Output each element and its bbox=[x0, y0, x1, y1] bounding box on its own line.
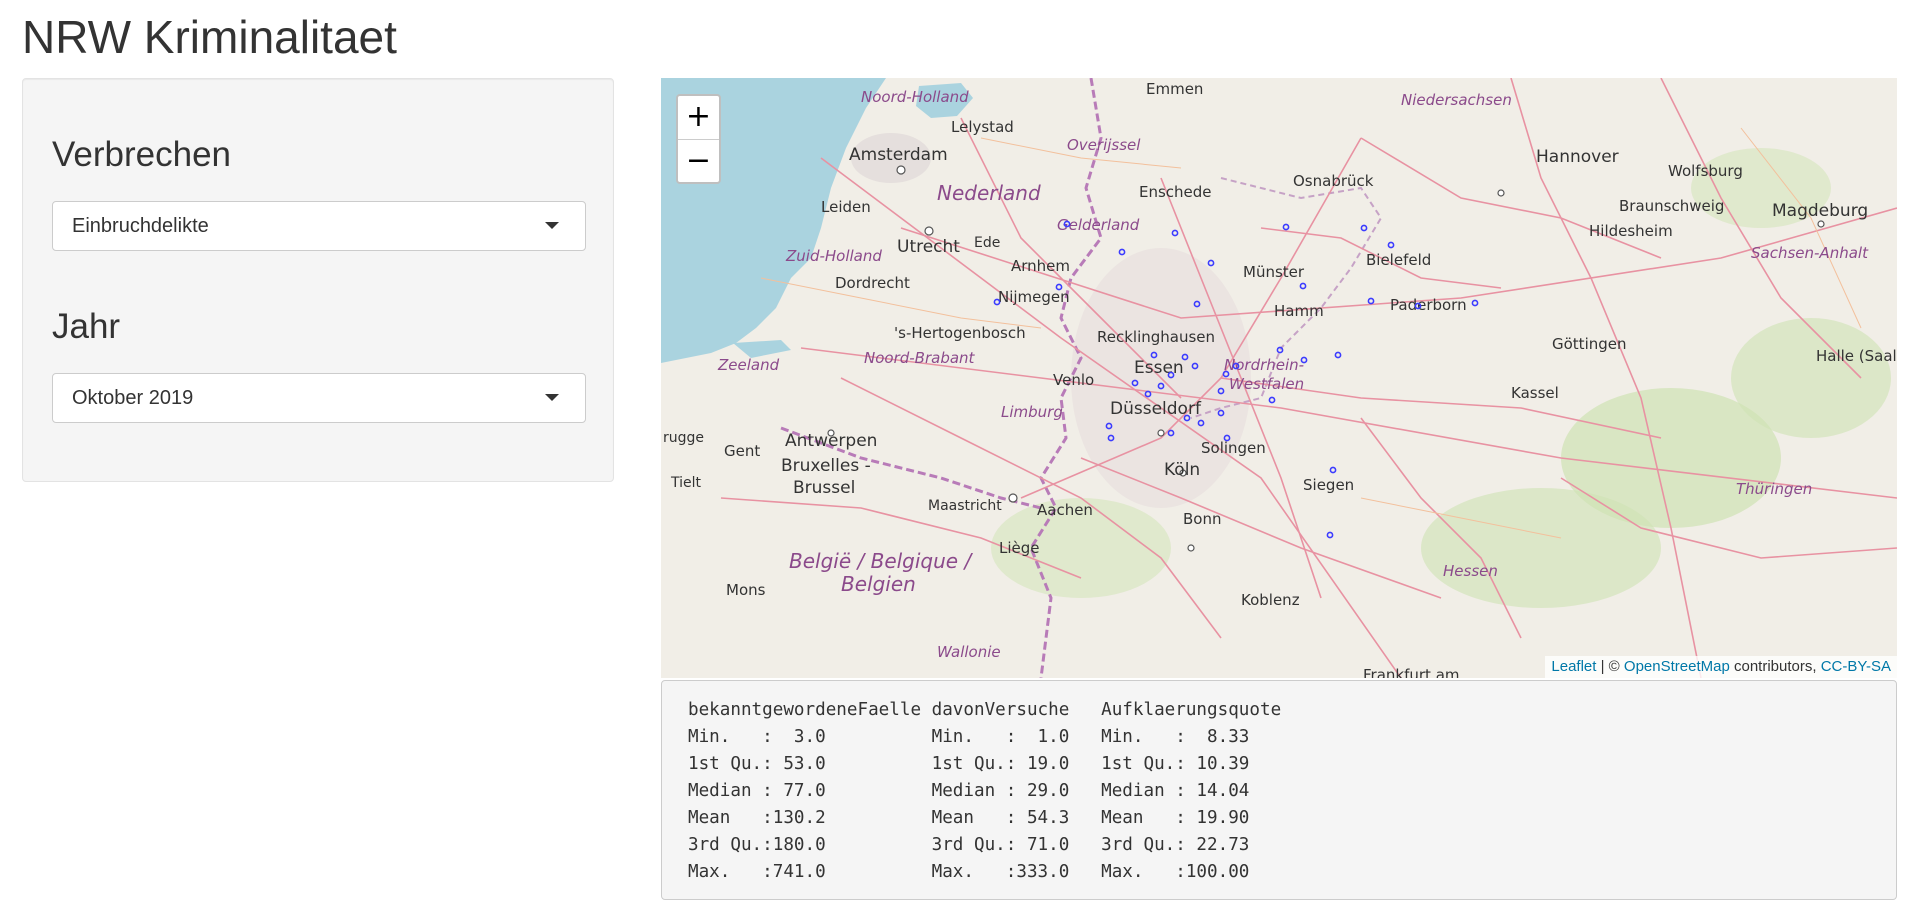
crime-marker[interactable] bbox=[1300, 356, 1308, 364]
crime-marker[interactable] bbox=[1063, 220, 1071, 228]
crime-markers-layer[interactable] bbox=[661, 78, 1897, 678]
attribution-separator: | © bbox=[1596, 658, 1624, 675]
crime-marker[interactable] bbox=[1217, 409, 1225, 417]
crime-marker[interactable] bbox=[1207, 259, 1215, 267]
crime-marker[interactable] bbox=[1181, 353, 1189, 361]
openstreetmap-link[interactable]: OpenStreetMap bbox=[1624, 658, 1730, 675]
chevron-down-icon bbox=[545, 394, 559, 401]
summary-row: Max. :741.0 Max. :333.0 Max. :100.00 bbox=[688, 862, 1282, 882]
map-attribution: Leaflet | © OpenStreetMap contributors, … bbox=[1545, 656, 1897, 678]
crime-marker[interactable] bbox=[1367, 297, 1375, 305]
crime-marker[interactable] bbox=[1232, 362, 1240, 370]
summary-row: Mean :130.2 Mean : 54.3 Mean : 19.90 bbox=[688, 808, 1282, 828]
crime-marker[interactable] bbox=[1193, 300, 1201, 308]
crime-marker[interactable] bbox=[1223, 434, 1231, 442]
summary-row: Median : 77.0 Median : 29.0 Median : 14.… bbox=[688, 781, 1282, 801]
crime-marker[interactable] bbox=[1414, 302, 1422, 310]
crime-label: Verbrechen bbox=[52, 135, 232, 174]
crime-marker[interactable] bbox=[1334, 351, 1342, 359]
crime-marker[interactable] bbox=[1471, 299, 1479, 307]
crime-marker[interactable] bbox=[1360, 224, 1368, 232]
crime-marker[interactable] bbox=[1055, 283, 1063, 291]
crime-marker[interactable] bbox=[1191, 362, 1199, 370]
crime-marker[interactable] bbox=[1268, 396, 1276, 404]
crime-marker[interactable] bbox=[1118, 248, 1126, 256]
crime-marker[interactable] bbox=[1282, 223, 1290, 231]
attribution-contributors: contributors, bbox=[1729, 658, 1821, 675]
chevron-down-icon bbox=[545, 222, 559, 229]
crime-marker[interactable] bbox=[1329, 466, 1337, 474]
crime-marker[interactable] bbox=[1217, 387, 1225, 395]
year-select[interactable]: Oktober 2019 bbox=[52, 373, 586, 423]
sidebar-panel: Verbrechen Einbruchdelikte Jahr Oktober … bbox=[22, 78, 614, 482]
page-title: NRW Kriminalitaet bbox=[22, 11, 397, 63]
summary-row: 1st Qu.: 53.0 1st Qu.: 19.0 1st Qu.: 10.… bbox=[688, 754, 1282, 774]
crime-marker[interactable] bbox=[1299, 282, 1307, 290]
zoom-in-button[interactable]: + bbox=[678, 96, 719, 140]
crime-marker[interactable] bbox=[1387, 241, 1395, 249]
crime-select[interactable]: Einbruchdelikte bbox=[52, 201, 586, 251]
crime-marker[interactable] bbox=[1167, 371, 1175, 379]
crime-marker[interactable] bbox=[993, 298, 1001, 306]
year-select-value: Oktober 2019 bbox=[72, 387, 194, 409]
crime-marker[interactable] bbox=[1105, 422, 1113, 430]
zoom-control: + − bbox=[676, 94, 721, 184]
summary-output: bekanntgewordeneFaelle davonVersuche Auf… bbox=[661, 680, 1897, 900]
crime-marker[interactable] bbox=[1183, 414, 1191, 422]
crime-marker[interactable] bbox=[1197, 419, 1205, 427]
crime-marker[interactable] bbox=[1107, 434, 1115, 442]
crime-marker[interactable] bbox=[1222, 370, 1230, 378]
summary-row: Min. : 3.0 Min. : 1.0 Min. : 8.33 bbox=[688, 727, 1282, 747]
crime-marker[interactable] bbox=[1167, 429, 1175, 437]
summary-header-row: bekanntgewordeneFaelle davonVersuche Auf… bbox=[688, 700, 1282, 720]
crime-marker[interactable] bbox=[1171, 229, 1179, 237]
crime-marker[interactable] bbox=[1150, 351, 1158, 359]
zoom-out-button[interactable]: − bbox=[678, 140, 719, 183]
leaflet-link[interactable]: Leaflet bbox=[1551, 658, 1596, 675]
crime-marker[interactable] bbox=[1131, 379, 1139, 387]
crime-marker[interactable] bbox=[1144, 390, 1152, 398]
year-label: Jahr bbox=[52, 307, 121, 346]
crime-marker[interactable] bbox=[1157, 382, 1165, 390]
license-link[interactable]: CC-BY-SA bbox=[1821, 658, 1891, 675]
summary-row: 3rd Qu.:180.0 3rd Qu.: 71.0 3rd Qu.: 22.… bbox=[688, 835, 1282, 855]
map-view[interactable]: Noord-Holland Emmen Lelystad Overijssel … bbox=[661, 78, 1897, 678]
crime-select-value: Einbruchdelikte bbox=[72, 215, 209, 237]
crime-marker[interactable] bbox=[1276, 346, 1284, 354]
crime-marker[interactable] bbox=[1326, 531, 1334, 539]
